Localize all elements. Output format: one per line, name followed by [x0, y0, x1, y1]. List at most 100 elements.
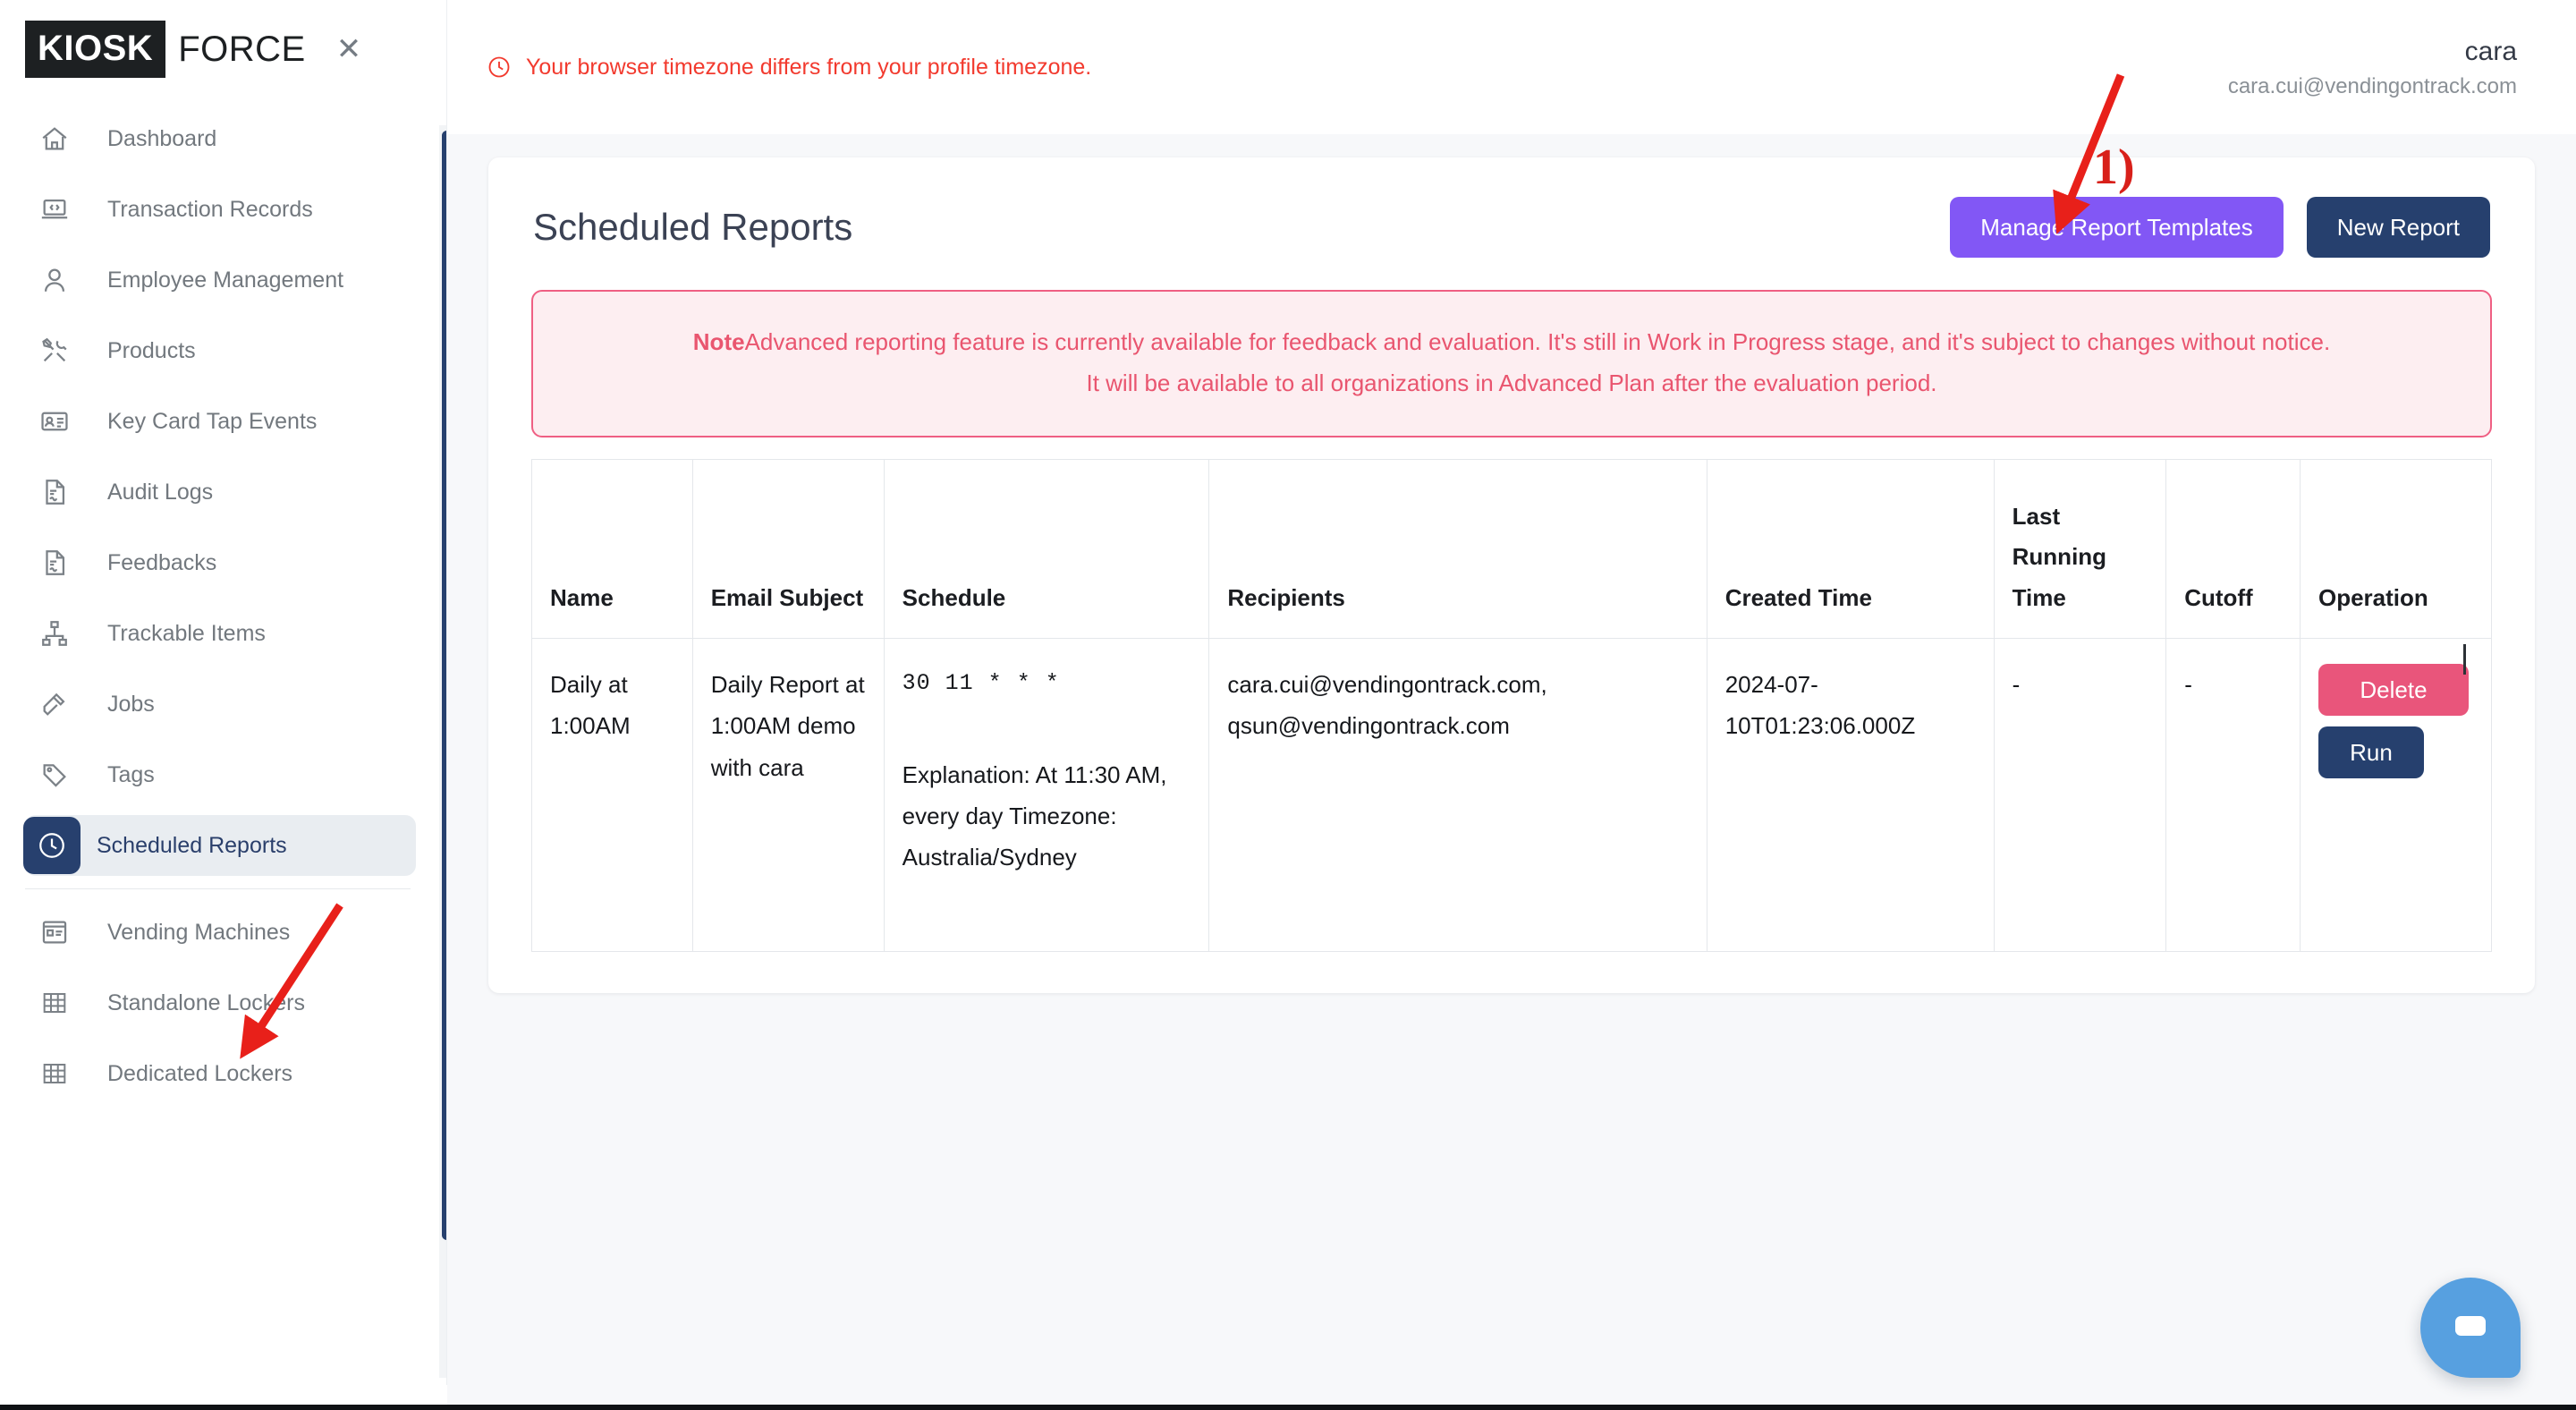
sidebar-item-label: Jobs — [107, 691, 155, 717]
sidebar-item-trackable-items[interactable]: Trackable Items — [0, 603, 416, 664]
sidebar-item-label: Standalone Lockers — [107, 990, 305, 1015]
column-header-operation[interactable]: Operation — [2299, 459, 2493, 639]
chat-widget-button[interactable] — [2420, 1278, 2521, 1378]
sidebar-item-feedbacks[interactable]: Feedbacks — [0, 532, 416, 593]
timezone-warning: Your browser timezone differs from your … — [487, 55, 1091, 81]
delete-button[interactable]: Delete — [2318, 664, 2469, 716]
text-caret — [2462, 644, 2466, 675]
timezone-warning-text: Your browser timezone differs from your … — [526, 54, 1092, 80]
column-header-last-running-time[interactable]: Last Running Time — [1993, 459, 2167, 639]
id-card-icon — [34, 401, 75, 442]
cron-expression: 30 11 * * * — [902, 670, 1060, 696]
table-row: Daily at 1:00AM Daily Report at 1:00AM d… — [531, 638, 2493, 952]
new-report-button[interactable]: New Report — [2306, 197, 2490, 258]
sidebar-divider — [25, 888, 411, 889]
schedule-explanation: Explanation: At 11:30 AM, every day Time… — [902, 760, 1167, 871]
user-email: cara.cui@vendingontrack.com — [2227, 73, 2517, 98]
column-header-schedule[interactable]: Schedule — [883, 459, 1210, 639]
page-title: Scheduled Reports — [533, 206, 853, 248]
reports-table-wrapper: Name Email Subject Schedule Recipients C… — [531, 459, 2493, 952]
sidebar-item-standalone-lockers[interactable]: Standalone Lockers — [0, 973, 416, 1033]
sidebar-item-label: Audit Logs — [107, 479, 214, 505]
logo-force-text: FORCE — [178, 30, 306, 69]
sidebar-item-label: Tags — [107, 761, 155, 787]
sidebar-item-label: Products — [107, 337, 196, 363]
table-head: Name Email Subject Schedule Recipients C… — [531, 459, 2493, 639]
grid-icon — [34, 982, 75, 1024]
sidebar-item-dedicated-lockers[interactable]: Dedicated Lockers — [0, 1043, 416, 1104]
sidebar-item-label: Key Card Tap Events — [107, 408, 318, 434]
sitemap-icon — [34, 613, 75, 654]
tag-icon — [34, 754, 75, 795]
sidebar-item-jobs[interactable]: Jobs — [0, 674, 416, 735]
sidebar-item-label: Dashboard — [107, 125, 217, 151]
table-body: Daily at 1:00AM Daily Report at 1:00AM d… — [531, 638, 2493, 952]
sidebar-item-key-card-tap-events[interactable]: Key Card Tap Events — [0, 391, 416, 452]
cell-name: Daily at 1:00AM — [531, 638, 693, 952]
vending-machine-icon — [34, 912, 75, 953]
card-actions: Manage Report Templates New Report — [1950, 197, 2490, 258]
user-profile[interactable]: cara cara.cui@vendingontrack.com — [2228, 36, 2517, 99]
column-header-created-time[interactable]: Created Time — [1706, 459, 1995, 639]
app-logo[interactable]: KIOSK FORCE — [25, 21, 306, 78]
sidebar-item-employee-management[interactable]: Employee Management — [0, 250, 416, 310]
column-header-email-subject[interactable]: Email Subject — [691, 459, 885, 639]
card-header: Scheduled Reports Manage Report Template… — [515, 188, 2508, 290]
sidebar-item-products[interactable]: Products — [0, 320, 416, 381]
window-bottom-edge — [0, 1405, 2576, 1410]
app-root: KIOSK FORCE ✕ Dashboard Transaction Reco… — [0, 0, 2576, 1410]
cell-created-time: 2024-07-10T01:23:06.000Z — [1706, 638, 1995, 952]
user-name: cara — [2464, 36, 2517, 66]
run-button[interactable]: Run — [2318, 726, 2424, 778]
sidebar-item-audit-logs[interactable]: Audit Logs — [0, 462, 416, 522]
sidebar: KIOSK FORCE ✕ Dashboard Transaction Reco… — [0, 0, 447, 1410]
laptop-code-icon — [34, 189, 75, 230]
sidebar-item-transaction-records[interactable]: Transaction Records — [0, 179, 416, 240]
column-header-name[interactable]: Name — [531, 459, 693, 639]
logo-kiosk-text: KIOSK — [25, 21, 166, 78]
reports-table: Name Email Subject Schedule Recipients C… — [531, 459, 2493, 952]
cell-recipients: cara.cui@vendingontrack.com, qsun@vendin… — [1208, 638, 1707, 952]
column-header-recipients[interactable]: Recipients — [1208, 459, 1707, 639]
manage-report-templates-button[interactable]: Manage Report Templates — [1950, 197, 2284, 258]
grid-icon — [34, 1053, 75, 1094]
clock-alert-icon — [487, 55, 512, 80]
note-line-2: It will be available to all organization… — [1086, 369, 1937, 396]
content-area: Scheduled Reports Manage Report Template… — [447, 134, 2576, 1410]
cell-last-running-time: - — [1993, 638, 2167, 952]
sidebar-item-scheduled-reports[interactable]: Scheduled Reports — [23, 815, 416, 876]
sidebar-bottom-corner — [0, 1385, 447, 1405]
sidebar-item-label: Employee Management — [107, 267, 344, 293]
clock-icon — [23, 817, 80, 874]
table-header-row: Name Email Subject Schedule Recipients C… — [531, 459, 2493, 639]
cell-email-subject: Daily Report at 1:00AM demo with cara — [691, 638, 885, 952]
sidebar-item-tags[interactable]: Tags — [0, 744, 416, 805]
sidebar-item-label: Vending Machines — [107, 919, 291, 945]
sidebar-item-label: Feedbacks — [107, 549, 217, 575]
sidebar-nav: Dashboard Transaction Records Employee M… — [0, 108, 446, 1104]
tools-icon — [34, 330, 75, 371]
home-icon — [34, 118, 75, 159]
main-region: Your browser timezone differs from your … — [447, 0, 2576, 1410]
note-line-1: Advanced reporting feature is currently … — [744, 328, 2331, 355]
cell-schedule: 30 11 * * * Explanation: At 11:30 AM, ev… — [883, 638, 1210, 952]
hammer-icon — [34, 684, 75, 725]
sidebar-item-dashboard[interactable]: Dashboard — [0, 108, 416, 169]
document-signature-icon — [34, 542, 75, 583]
sidebar-item-label: Dedicated Lockers — [107, 1060, 293, 1086]
sidebar-item-label: Scheduled Reports — [97, 832, 287, 858]
note-label: Note — [692, 328, 745, 355]
user-icon — [34, 259, 75, 301]
brand-row: KIOSK FORCE ✕ — [0, 0, 446, 98]
sidebar-item-label: Transaction Records — [107, 196, 313, 222]
note-banner: NoteAdvanced reporting feature is curren… — [531, 290, 2492, 437]
chat-bubble-icon — [2449, 1304, 2492, 1352]
topbar: Your browser timezone differs from your … — [447, 0, 2576, 134]
column-header-cutoff[interactable]: Cutoff — [2165, 459, 2301, 639]
document-signature-icon — [34, 471, 75, 513]
close-icon[interactable]: ✕ — [336, 34, 362, 64]
sidebar-item-label: Trackable Items — [107, 620, 266, 646]
cell-operation: Delete Run — [2299, 638, 2493, 952]
sidebar-item-vending-machines[interactable]: Vending Machines — [0, 902, 416, 963]
scheduled-reports-card: Scheduled Reports Manage Report Template… — [488, 157, 2535, 993]
